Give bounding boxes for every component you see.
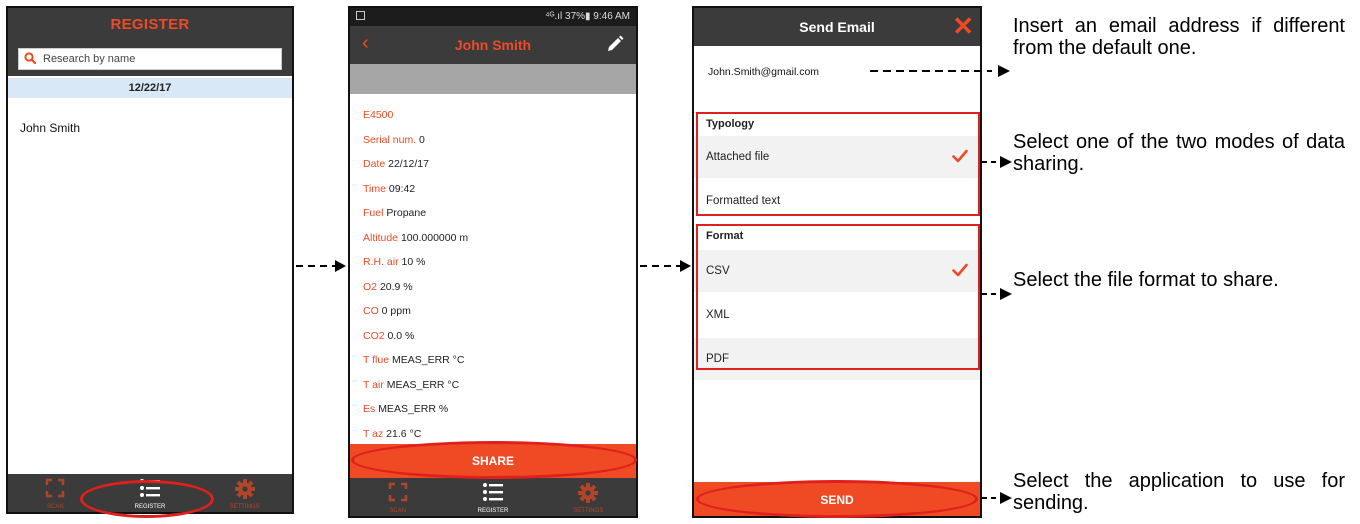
connector-arrows	[296, 65, 1012, 504]
arrow-detail-to-email	[640, 260, 691, 272]
arrow-email-note	[870, 65, 1010, 77]
arrow-send-note	[982, 492, 1012, 504]
arrow-register-to-detail	[296, 260, 346, 272]
note-email: Insert an email address if different fro…	[1013, 15, 1345, 59]
note-format: Select the file format to share.	[1013, 269, 1279, 291]
arrow-format-note	[982, 288, 1012, 300]
arrow-typology-note	[982, 156, 1012, 168]
note-typology: Select one of the two modes of data shar…	[1013, 131, 1345, 175]
note-send: Select the application to use for sendin…	[1013, 470, 1345, 514]
